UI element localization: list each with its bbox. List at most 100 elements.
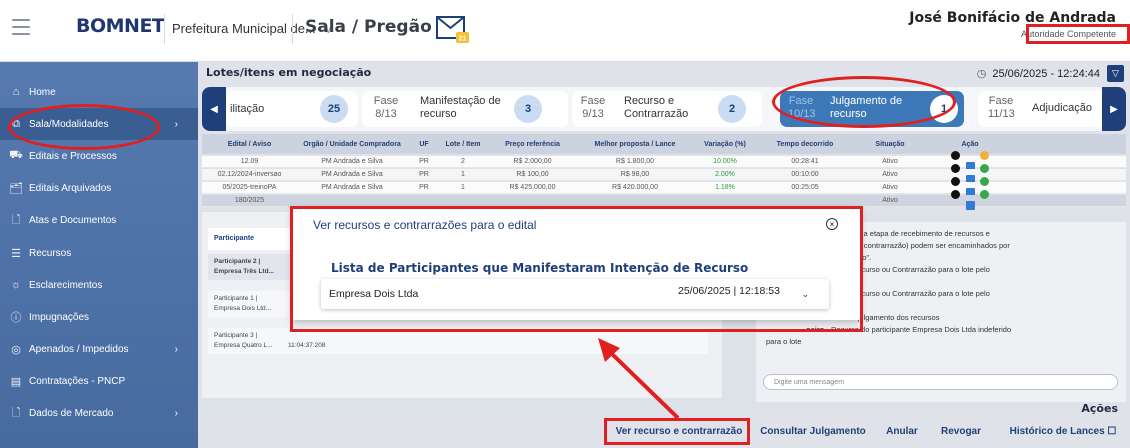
column-header: Tempo decorrido bbox=[776, 140, 834, 148]
info-icon[interactable] bbox=[951, 189, 960, 199]
chat-line: para o lote bbox=[762, 336, 1120, 348]
sun-icon: ☼ bbox=[10, 279, 22, 292]
sidebar-item-label: Atas e Documentos bbox=[29, 215, 117, 227]
table-cell: 10.00% bbox=[713, 158, 737, 165]
sidebar-item-label: Editais Arquivados bbox=[29, 183, 112, 195]
filter-icon[interactable]: ▽ bbox=[1107, 65, 1124, 82]
info-icon[interactable] bbox=[951, 150, 960, 160]
hamburger-menu-icon[interactable] bbox=[12, 19, 30, 35]
column-header: Lote / Item bbox=[445, 140, 481, 148]
list-icon: ☰ bbox=[11, 247, 21, 260]
info-icon[interactable] bbox=[951, 163, 960, 173]
table-cell: R$ 420.000,00 bbox=[612, 184, 658, 191]
status-icon[interactable] bbox=[980, 163, 989, 173]
table-cell: 2 bbox=[461, 158, 465, 165]
sidebar-item-label: Esclarecimentos bbox=[29, 279, 103, 291]
revogar-button[interactable]: Revogar bbox=[936, 420, 986, 442]
target-icon: ◎ bbox=[11, 344, 21, 357]
annotation-box-action bbox=[604, 418, 750, 445]
phase-label: Manifestação de recurso bbox=[420, 95, 501, 120]
status-icon[interactable] bbox=[980, 150, 989, 160]
phase-count-badge: 3 bbox=[514, 95, 542, 123]
column-header: Ação bbox=[961, 140, 979, 148]
column-header: Variação (%) bbox=[704, 140, 746, 148]
table-cell: R$ 100,00 bbox=[516, 171, 549, 178]
table-cell: R$ 425.000,00 bbox=[509, 184, 556, 191]
column-header: UF bbox=[419, 140, 429, 148]
sidebar-item-esclarecimentos[interactable]: ☼ Esclarecimentos bbox=[0, 269, 198, 301]
sidebar-item-label: Dados de Mercado bbox=[29, 408, 114, 420]
message-input[interactable]: Digite uma mensagem bbox=[763, 374, 1118, 390]
cart-icon: ⛟ bbox=[9, 149, 23, 162]
datetime: ◷ 25/06/2025 - 12:24:44 bbox=[976, 68, 1100, 80]
table-cell: 00:25:05 bbox=[791, 184, 819, 191]
table-cell: PM Andrada e Silva bbox=[321, 184, 383, 191]
sidebar-item-label: Impugnações bbox=[29, 311, 90, 323]
archive-icon: 🗂 bbox=[9, 183, 23, 196]
column-header: Situação bbox=[875, 140, 905, 148]
prev-phase-icon[interactable]: ◀ bbox=[202, 87, 226, 131]
sidebar-item-atas-e-documentos[interactable]: 🗋 Atas e Documentos bbox=[0, 205, 198, 237]
consultar-julgamento-button[interactable]: Consultar Julgamento bbox=[758, 420, 868, 442]
top-bar: BOMNET Prefeitura Municipal de... ∨ Sala … bbox=[0, 0, 1130, 62]
sidebar-item-apenados-impedidos[interactable]: ◎ Apenados / Impedidos › bbox=[0, 334, 198, 366]
table-cell: 2.00% bbox=[715, 171, 735, 178]
table-cell: PM Andrada e Silva bbox=[321, 158, 383, 165]
column-header: Edital / Aviso bbox=[227, 140, 272, 148]
phase-label: ilitação bbox=[230, 103, 265, 115]
row-actions bbox=[930, 189, 1010, 212]
phase-adjudicacao[interactable]: Fase 11/13 Adjudicação bbox=[978, 91, 1106, 127]
section-title: Lotes/itens em negociação bbox=[206, 66, 372, 79]
table-cell: Ativo bbox=[882, 197, 898, 204]
phase-number: 9/13 bbox=[582, 108, 604, 120]
sidebar-item-editais-arquivados[interactable]: 🗂 Editais Arquivados bbox=[0, 173, 198, 205]
sidebar-item-impugna-es[interactable]: ⓘ Impugnações bbox=[0, 301, 198, 333]
sidebar-item-home[interactable]: ⌂ Home bbox=[0, 76, 198, 108]
divider bbox=[292, 14, 293, 44]
phase-recurso-contrarrazao[interactable]: Fase 9/13 Recurso e Contrarrazão 2 bbox=[572, 91, 762, 127]
phase-count-badge: 2 bbox=[718, 95, 746, 123]
document-icon: 🗋 bbox=[11, 214, 21, 227]
sidebar-item-contrata-es-pncp[interactable]: ▤ Contratações - PNCP bbox=[0, 366, 198, 398]
chevron-right-icon: › bbox=[174, 408, 178, 420]
participant-time: 11:04:37.208 bbox=[288, 342, 326, 349]
chevron-right-icon: › bbox=[174, 344, 178, 356]
phase-count-badge: 25 bbox=[320, 95, 348, 123]
annotation-oval-sidebar bbox=[8, 104, 160, 150]
anular-button[interactable]: Anular bbox=[880, 420, 924, 442]
phase-label: Adjudicação bbox=[1032, 102, 1092, 114]
table-cell: Ativo bbox=[882, 184, 898, 191]
sidebar-item-label: Recursos bbox=[29, 247, 72, 259]
status-icon[interactable] bbox=[980, 176, 989, 186]
next-phase-icon[interactable]: ▶ bbox=[1102, 87, 1126, 131]
historico-lances-button[interactable]: Histórico de Lances ☐ bbox=[1004, 420, 1122, 442]
sidebar-item-dados-de-mercado[interactable]: 🗋 Dados de Mercado › bbox=[0, 398, 198, 430]
table-cell: PR bbox=[419, 184, 429, 191]
table-cell: PR bbox=[419, 158, 429, 165]
sidebar-item-recursos[interactable]: ☰ Recursos bbox=[0, 237, 198, 269]
sidebar-item-label: Apenados / Impedidos bbox=[29, 344, 129, 356]
annotation-box-role bbox=[1026, 24, 1130, 44]
info-icon[interactable] bbox=[951, 176, 960, 186]
chevron-right-icon: › bbox=[174, 118, 178, 130]
table-cell: 02.12/2024-inversao bbox=[217, 171, 282, 178]
sidebar-item-label: Editais e Processos bbox=[29, 150, 117, 162]
table-cell: 180/2025 bbox=[234, 197, 265, 204]
chat-text: para o lote bbox=[766, 337, 802, 346]
table-cell: PR bbox=[419, 171, 429, 178]
phase-fase-label: Fase bbox=[580, 95, 606, 107]
home-icon: ⌂ bbox=[12, 86, 20, 99]
phase-fase-label: Fase bbox=[373, 95, 399, 107]
phase-habilitacao[interactable]: ilitação 25 bbox=[226, 91, 358, 127]
clock-icon: ◷ bbox=[976, 68, 987, 80]
phase-manifestacao-recurso[interactable]: Fase 8/13 Manifestação de recurso 3 bbox=[362, 91, 568, 127]
phase-number: 8/13 bbox=[375, 108, 397, 120]
view-icon[interactable] bbox=[965, 200, 975, 210]
sidebar-item-label: Contratações - PNCP bbox=[29, 376, 126, 388]
brand-logo: BOMNET bbox=[76, 15, 165, 37]
column-header: Orgão / Unidade Compradora bbox=[303, 140, 401, 148]
phase-label: Recurso e Contrarrazão bbox=[624, 95, 689, 120]
annotation-box-modal bbox=[290, 206, 863, 332]
mail-icon[interactable]: 21 bbox=[435, 14, 471, 45]
status-icon[interactable] bbox=[980, 189, 989, 199]
